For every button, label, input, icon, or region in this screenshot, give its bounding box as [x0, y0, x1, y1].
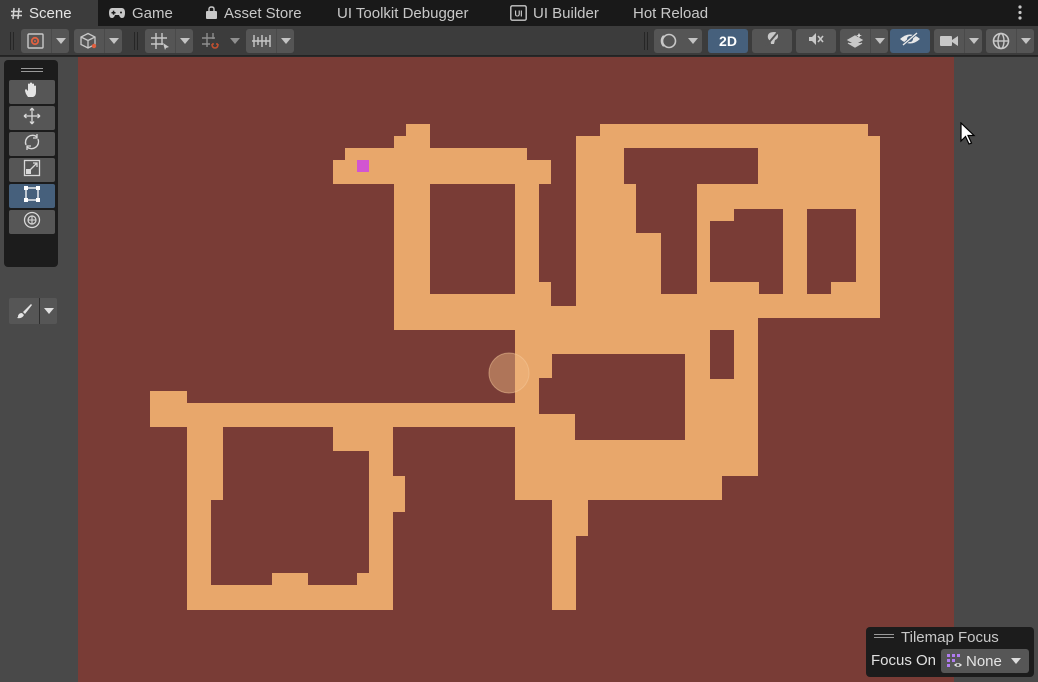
hash-icon — [10, 7, 23, 20]
shading-dropdown[interactable] — [74, 29, 122, 53]
player-marker — [357, 160, 369, 172]
grid-snap-dropdown[interactable] — [145, 29, 193, 53]
chevron-down-icon — [964, 29, 982, 53]
tab-game[interactable]: Game — [98, 0, 183, 26]
scale-tool-button[interactable] — [9, 158, 55, 182]
mouse-pointer-icon — [960, 122, 976, 145]
toolbar-grip — [644, 32, 648, 50]
chevron-down-icon — [39, 298, 57, 324]
more-options-icon[interactable] — [1010, 3, 1030, 23]
audio-mute-icon — [807, 31, 825, 51]
grid-snap-icon — [145, 29, 175, 53]
rect-tool-button[interactable] — [9, 184, 55, 208]
scene-visibility-icon — [899, 31, 921, 51]
scale-tool-icon — [23, 159, 41, 181]
toolbar-grip — [10, 32, 14, 50]
increment-snap-dropdown[interactable] — [196, 29, 244, 53]
tab-label: UI Builder — [533, 4, 599, 22]
orbit-camera-dropdown[interactable] — [654, 29, 702, 53]
effects-layers-icon — [840, 29, 870, 53]
overlay-title: Tilemap Focus — [901, 629, 999, 646]
overlay-grip[interactable] — [21, 68, 43, 72]
focus-on-dropdown[interactable]: None — [941, 649, 1029, 673]
chevron-down-icon — [104, 29, 122, 53]
move-tool-icon — [23, 107, 41, 129]
shopping-bag-icon — [205, 6, 218, 20]
scene-visibility-toggle[interactable] — [890, 29, 930, 53]
focus-on-value: None — [966, 652, 1002, 670]
tab-scene[interactable]: Scene — [0, 0, 98, 26]
toolbar-grip — [134, 32, 138, 50]
gizmos-icon — [986, 29, 1016, 53]
tab-label: UI Toolkit Debugger — [337, 4, 469, 22]
chevron-down-icon — [1016, 29, 1034, 53]
tab-label: Scene — [29, 4, 72, 22]
svg-text:UI: UI — [515, 10, 523, 19]
tab-label: Asset Store — [224, 4, 302, 22]
mode-2d-toggle[interactable]: 2D — [708, 29, 748, 53]
scene-viewport[interactable] — [0, 57, 1038, 682]
paint-brush-icon — [9, 298, 39, 324]
hand-tool-icon — [23, 81, 41, 103]
hand-tool-button[interactable] — [9, 80, 55, 104]
tab-ui-toolkit-debugger[interactable]: UI Toolkit Debugger — [327, 0, 478, 26]
chevron-down-icon — [175, 29, 193, 53]
lighting-icon — [762, 30, 782, 52]
gizmos-dropdown[interactable] — [986, 29, 1034, 53]
tilemap-grid-icon — [946, 653, 964, 669]
tab-label: Hot Reload — [633, 4, 709, 22]
increment-snap-icon — [196, 29, 226, 53]
tab-ui-builder[interactable]: UI UI Builder — [500, 0, 609, 26]
ui-builder-icon: UI — [510, 5, 527, 21]
tilemap-focus-overlay: Tilemap Focus Focus On None — [866, 627, 1034, 677]
editor-tab-bar: Scene Game Asset Store UI Toolkit Debugg… — [0, 0, 1038, 26]
scene-toolbar: 2D — [0, 26, 1038, 56]
gamepad-icon — [108, 7, 126, 19]
grid-ruler-icon — [246, 29, 276, 53]
tilemap-canvas[interactable] — [0, 57, 1038, 682]
overlay-grip[interactable] — [874, 634, 894, 638]
draw-mode-icon — [21, 29, 51, 53]
audio-toggle[interactable] — [796, 29, 836, 53]
orbit-camera-icon — [654, 29, 684, 53]
focus-on-label: Focus On — [871, 652, 937, 669]
chevron-down-icon — [276, 29, 294, 53]
move-handle-gizmo[interactable] — [488, 352, 530, 394]
rotate-tool-button[interactable] — [9, 132, 55, 156]
transform-tool-button[interactable] — [9, 210, 55, 234]
rotate-tool-icon — [23, 133, 41, 155]
tab-asset-store[interactable]: Asset Store — [195, 0, 312, 26]
camera-settings-dropdown[interactable] — [934, 29, 982, 53]
lighting-toggle[interactable] — [752, 29, 792, 53]
grid-ruler-dropdown[interactable] — [246, 29, 294, 53]
shading-cube-icon — [74, 29, 104, 53]
tab-hot-reload[interactable]: Hot Reload — [623, 0, 718, 26]
tools-overlay — [4, 60, 58, 324]
rect-tool-icon — [23, 185, 41, 207]
chevron-down-icon — [226, 29, 244, 53]
transform-tool-icon — [23, 211, 41, 233]
paint-brush-dropdown[interactable] — [9, 298, 57, 324]
effects-dropdown[interactable] — [840, 29, 888, 53]
chevron-down-icon — [51, 29, 69, 53]
draw-mode-dropdown[interactable] — [21, 29, 69, 53]
camera-icon — [934, 29, 964, 53]
chevron-down-icon — [684, 29, 702, 53]
tab-label: Game — [132, 4, 173, 22]
move-tool-button[interactable] — [9, 106, 55, 130]
chevron-down-icon — [870, 29, 888, 53]
chevron-down-icon — [1011, 658, 1021, 664]
